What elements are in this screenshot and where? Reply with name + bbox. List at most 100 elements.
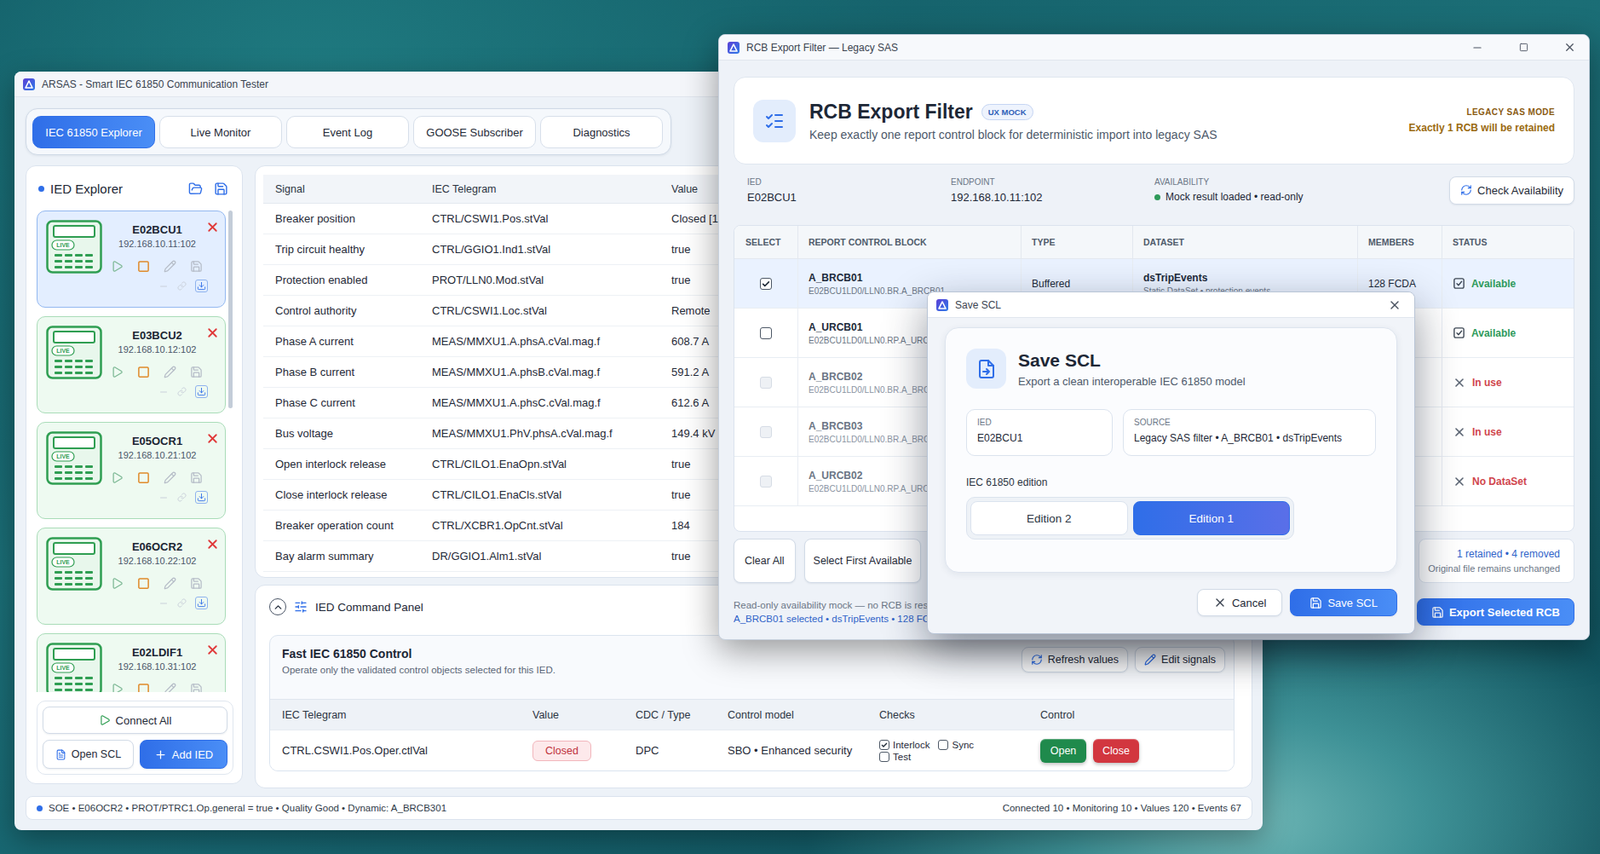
select-first-button[interactable]: Select First Available: [804, 538, 922, 583]
open-scl-button[interactable]: Open SCL: [42, 739, 134, 769]
checkbox[interactable]: [759, 277, 772, 290]
checkbox[interactable]: [879, 751, 890, 762]
edition-option[interactable]: Edition 1: [1133, 500, 1291, 536]
link-button[interactable]: [177, 281, 187, 291]
check-icon: [880, 741, 888, 749]
tab[interactable]: IEC 61850 Explorer: [32, 115, 156, 149]
close-icon: [205, 219, 220, 235]
close-button[interactable]: [1549, 34, 1589, 61]
stop-button[interactable]: [137, 259, 150, 273]
edit-button[interactable]: [163, 682, 177, 692]
save-scl-button[interactable]: Save SCL: [1289, 588, 1398, 616]
column-header: Checks: [879, 708, 1041, 721]
link-button[interactable]: [158, 281, 169, 292]
save-button[interactable]: [213, 181, 229, 196]
remove-button[interactable]: [205, 325, 220, 340]
connect-button[interactable]: [110, 682, 124, 692]
stop-button[interactable]: [137, 365, 150, 379]
signal-name: Phase C current: [275, 396, 432, 409]
remove-button[interactable]: [205, 536, 220, 552]
checkbox[interactable]: [759, 327, 772, 340]
save-button[interactable]: [189, 259, 203, 273]
connect-button[interactable]: [110, 365, 124, 379]
refresh-icon: [1030, 653, 1043, 666]
open-folder-button[interactable]: [188, 181, 203, 196]
save-button[interactable]: [189, 682, 203, 692]
edition-option[interactable]: Edition 2: [970, 500, 1129, 536]
info-value: Mock result loaded • read-only: [1154, 190, 1359, 203]
link-button[interactable]: [177, 598, 187, 608]
edit-button[interactable]: [163, 365, 177, 379]
field-value: Legacy SAS filter • A_BRCB01 • dsTripEve…: [1133, 431, 1365, 444]
signal-name: Protection enabled: [275, 273, 432, 287]
link-button[interactable]: [158, 492, 169, 503]
dialog-icon-tile: [966, 348, 1007, 389]
connect-button[interactable]: [110, 471, 124, 484]
ied-card[interactable]: LIVEE03BCU2192.168.10.12:102: [36, 316, 226, 414]
save-icon: [1431, 605, 1445, 619]
ied-actions: [109, 576, 220, 590]
save-button[interactable]: [189, 576, 203, 590]
tab[interactable]: GOOSE Subscriber: [413, 115, 536, 149]
edit-button[interactable]: [163, 576, 177, 590]
connect-button[interactable]: [110, 259, 124, 273]
info-item: ENDPOINT192.168.10.11:102: [950, 177, 1155, 204]
close-icon: [205, 431, 220, 446]
link-button[interactable]: [177, 386, 187, 397]
tab[interactable]: Event Log: [286, 115, 409, 149]
link-icon: [177, 386, 187, 397]
link-button[interactable]: [177, 492, 187, 502]
save-button[interactable]: [189, 471, 203, 484]
close-icon: [205, 642, 220, 657]
add-ied-button[interactable]: Add IED: [139, 739, 228, 769]
cancel-button[interactable]: Cancel: [1197, 588, 1283, 616]
export-button[interactable]: [195, 490, 208, 504]
control-button[interactable]: Open: [1040, 738, 1087, 763]
column-header: MEMBERS: [1357, 225, 1442, 259]
refresh-button[interactable]: Refresh values: [1021, 646, 1129, 673]
export-button[interactable]: [195, 385, 208, 398]
export-button[interactable]: Export Selected RCB: [1416, 598, 1575, 626]
edit-signals-button[interactable]: Edit signals: [1134, 646, 1226, 673]
checkbox[interactable]: [879, 739, 890, 750]
ied-name: E03BCU2: [109, 328, 206, 342]
scrollbar-thumb[interactable]: [228, 210, 233, 409]
remove-button[interactable]: [205, 219, 220, 235]
tab[interactable]: Live Monitor: [159, 115, 283, 149]
link-button[interactable]: [158, 386, 169, 398]
edit-button[interactable]: [163, 259, 177, 273]
ied-card[interactable]: LIVEE02LDIF1192.168.10.31:102: [36, 633, 226, 692]
minimize-button[interactable]: [1457, 34, 1497, 61]
save-icon: [189, 365, 203, 379]
collapse-button[interactable]: [269, 598, 287, 616]
maximize-button[interactable]: [1503, 34, 1543, 61]
remove-button[interactable]: [205, 642, 220, 657]
check-option[interactable]: Interlock: [879, 739, 930, 750]
close-button[interactable]: [1375, 292, 1415, 318]
readonly-field: SOURCELegacy SAS filter • A_BRCB01 • dsT…: [1122, 408, 1376, 456]
info-label: ENDPOINT: [950, 177, 1155, 187]
connect-button[interactable]: [110, 576, 124, 590]
link-button[interactable]: [158, 598, 169, 609]
clear-all-button[interactable]: Clear All: [733, 538, 796, 583]
stop-button[interactable]: [137, 576, 150, 590]
stop-button[interactable]: [137, 682, 150, 692]
checkbox[interactable]: [938, 739, 949, 750]
ied-address: 192.168.10.22:102: [109, 555, 206, 566]
remove-button[interactable]: [205, 431, 220, 446]
check-availability-button[interactable]: Check Availability: [1449, 176, 1575, 205]
connect-all-button[interactable]: Connect All: [42, 706, 228, 734]
status-cell: Available: [1441, 308, 1574, 357]
ied-card[interactable]: LIVEE05OCR1192.168.10.21:102: [36, 421, 226, 519]
export-button[interactable]: [195, 279, 208, 293]
tab[interactable]: Diagnostics: [540, 115, 663, 149]
ied-card[interactable]: LIVEE02BCU1192.168.10.11:102: [36, 210, 226, 308]
ied-card[interactable]: LIVEE06OCR2192.168.10.22:102: [36, 527, 226, 625]
stop-button[interactable]: [137, 471, 150, 484]
control-button[interactable]: Close: [1093, 738, 1140, 763]
check-option[interactable]: Sync: [938, 739, 974, 750]
export-button[interactable]: [195, 596, 208, 610]
save-button[interactable]: [189, 365, 203, 379]
edit-button[interactable]: [163, 471, 177, 484]
check-option[interactable]: Test: [879, 751, 930, 762]
